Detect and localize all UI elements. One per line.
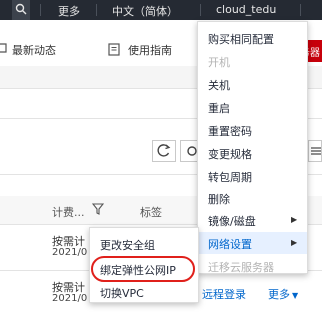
guide-icon — [108, 43, 122, 57]
refresh-icon — [157, 144, 171, 157]
chevron-right-icon: ▶ — [291, 215, 298, 224]
menu-item-network-settings[interactable]: 网络设置 — [208, 236, 252, 252]
column-header-billing[interactable]: 计费... — [52, 204, 85, 220]
bell-icon — [0, 43, 7, 53]
menu-item-migrate-server: 迁移云服务器 — [208, 261, 274, 274]
column-header-tags: 标签 — [140, 206, 162, 219]
menu-item-power-on: 开机 — [208, 56, 230, 69]
remote-login-link[interactable]: 远程登录 — [202, 286, 246, 302]
user-guide-link[interactable]: 使用指南 — [128, 42, 172, 58]
more-actions-label: 更多 — [268, 288, 290, 301]
menu-item-delete[interactable]: 删除 — [208, 191, 230, 207]
chevron-right-icon: ▶ — [291, 238, 298, 247]
menu-item-change-specs[interactable]: 变更规格 — [208, 146, 252, 162]
annotation-circle — [91, 256, 195, 282]
list-view-button[interactable] — [308, 140, 322, 162]
menu-item-convert-billing[interactable]: 转包周期 — [208, 169, 252, 185]
menu-item-buy-same-config[interactable]: 购买相同配置 — [208, 31, 274, 47]
menu-item-power-off[interactable]: 关机 — [208, 77, 230, 93]
whats-new-link[interactable]: 最新动态 — [12, 42, 56, 58]
topbar-divider — [96, 4, 97, 16]
whats-new-label: 最新动态 — [12, 44, 56, 57]
toolbar-left-edge — [0, 40, 10, 56]
search-icon — [15, 3, 27, 15]
menu-item-image-disk[interactable]: 镜像/磁盘 — [208, 213, 256, 229]
user-guide-label: 使用指南 — [128, 44, 172, 57]
language-selector[interactable]: 中文（简体） — [112, 3, 178, 19]
filter-icon[interactable] — [91, 203, 105, 218]
menu-item-reset-password[interactable]: 重置密码 — [208, 123, 252, 139]
topbar-divider — [200, 4, 201, 16]
submenu-item-change-security-group[interactable]: 更改安全组 — [100, 237, 155, 253]
topbar-divider — [300, 4, 301, 16]
menu-item-restart[interactable]: 重启 — [208, 100, 230, 116]
chevron-down-icon: ▼ — [292, 291, 299, 300]
more-actions-link[interactable]: 更多 ▼ — [268, 286, 298, 302]
refresh-button[interactable] — [152, 140, 176, 162]
user-account-menu[interactable]: cloud_tedu — [216, 3, 276, 16]
created-date-cell: 2021/0 — [52, 247, 88, 258]
created-date-cell: 2021/0 — [52, 293, 88, 304]
search-button[interactable] — [12, 0, 30, 20]
more-menu[interactable]: 更多 — [58, 3, 80, 19]
submenu-item-switch-vpc[interactable]: 切换VPC — [100, 285, 144, 301]
list-icon — [311, 147, 321, 155]
topbar-divider — [40, 4, 41, 16]
